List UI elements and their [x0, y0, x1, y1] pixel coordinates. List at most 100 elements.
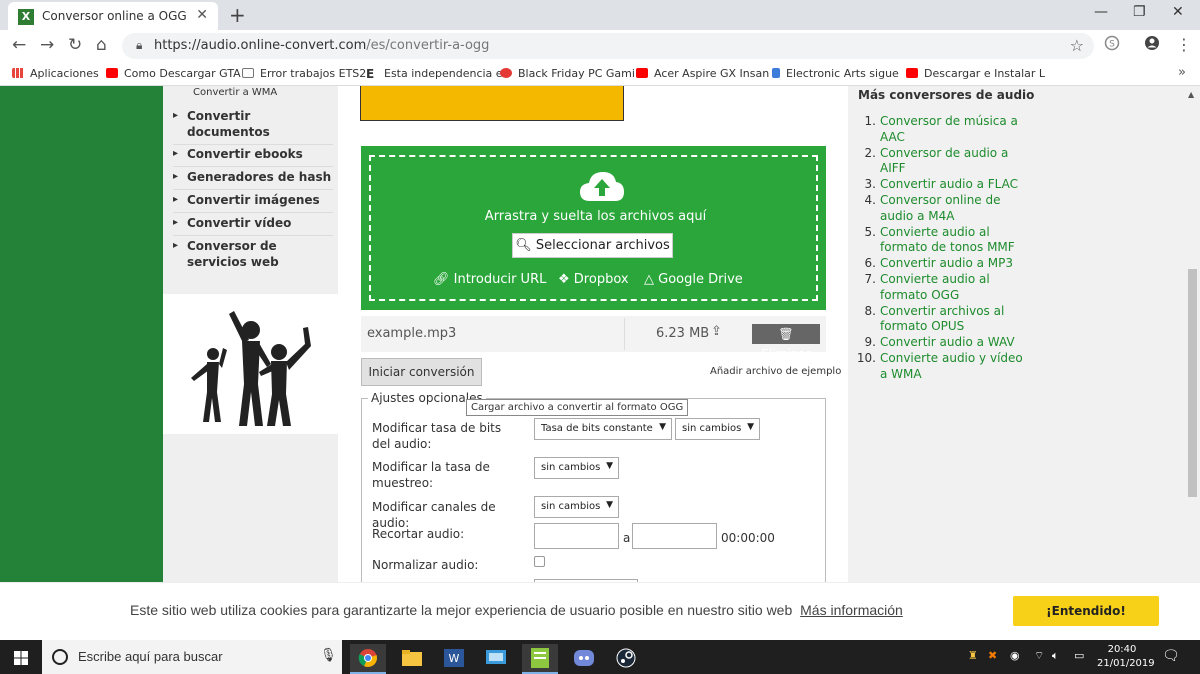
omnibox[interactable]: 🔒︎ https://audio.online-convert.com/es/c…	[122, 33, 1094, 59]
steam-icon[interactable]	[608, 644, 644, 674]
word-icon[interactable]: W	[436, 644, 472, 674]
bookmark-2[interactable]: Error trabajos ETS2	[242, 67, 366, 80]
volume-icon[interactable]: 🔈︎	[1052, 649, 1059, 663]
tab-active[interactable]: X Conversor online a OGG ✕	[8, 2, 218, 30]
bookmarks-bar: Aplicaciones Como Descargar GTA Error tr…	[0, 62, 1200, 86]
upload-done-icon: ⇪	[711, 324, 722, 339]
notifications-icon[interactable]: 🗨︎	[1162, 648, 1180, 664]
trim-label: Recortar audio:	[372, 527, 465, 541]
list-item[interactable]: 8. Convertir archivos al formato OPUS	[864, 304, 1024, 336]
sidebar-item-hash[interactable]: ▸ Generadores de hash	[173, 169, 333, 190]
ad-banner[interactable]	[360, 86, 624, 121]
restore-icon[interactable]: ❐	[1133, 4, 1146, 20]
bookmark-1[interactable]: Como Descargar GTA	[106, 67, 241, 80]
dropzone-dashed-area[interactable]: Arrastra y suelta los archivos aquí 🔍︎ S…	[369, 155, 818, 301]
more-converters-title: Más conversores de audio	[858, 88, 1035, 102]
chrome-taskbar-icon[interactable]	[350, 644, 386, 674]
trash-icon: 🗑︎	[778, 327, 794, 341]
bookmark-7[interactable]: Descargar e Instalar L	[906, 67, 1045, 80]
profile-icon[interactable]	[1144, 35, 1160, 55]
more-info-link[interactable]: Más información	[800, 602, 903, 618]
list-item[interactable]: 2. Conversor de audio a AIFF	[864, 146, 1024, 178]
window-close-icon[interactable]: ✕	[1172, 4, 1184, 20]
upload-dropzone[interactable]: Arrastra y suelta los archivos aquí 🔍︎ S…	[361, 146, 826, 310]
trim-end-input[interactable]	[632, 523, 717, 549]
list-item[interactable]: 6. Convertir audio a MP3	[864, 256, 1024, 272]
trim-separator: a	[623, 531, 631, 545]
bookmark-3[interactable]: E Esta independencia e	[366, 67, 503, 80]
scroll-up-icon[interactable]: ▲	[1188, 90, 1194, 99]
keyboard-icon[interactable]: ▭	[1074, 649, 1084, 662]
google-drive-link[interactable]: △ Google Drive	[644, 272, 743, 287]
sidebar-item-documents[interactable]: ▸ Convertir documentos	[173, 108, 333, 145]
list-item[interactable]: 1. Conversor de música a AAC	[864, 114, 1024, 146]
control-panel-icon[interactable]	[478, 644, 514, 674]
home-icon[interactable]: ⌂	[96, 35, 107, 55]
sidebar-item-video[interactable]: ▸ Convertir vídeo	[173, 215, 333, 236]
start-conversion-button[interactable]: Iniciar conversión	[361, 358, 482, 386]
file-row: example.mp3 6.23 MB ⇪ 🗑︎ Eliminar	[361, 316, 826, 361]
sidebar-item-images[interactable]: ▸ Convertir imágenes	[173, 192, 333, 213]
sidebar-item-ebooks[interactable]: ▸ Convertir ebooks	[173, 146, 333, 167]
spiral-icon	[500, 68, 512, 78]
tray-tool-icon[interactable]: ✖	[988, 649, 997, 662]
list-item[interactable]: 3. Convertir audio a FLAC	[864, 177, 1024, 193]
wifi-icon[interactable]: ⌔	[1034, 649, 1044, 663]
reload-icon[interactable]: ↻	[68, 35, 82, 55]
new-tab-button[interactable]: +	[229, 3, 246, 27]
forward-icon[interactable]: →	[40, 35, 54, 55]
bitrate-label: Modificar tasa de bits del audio:	[372, 421, 502, 451]
bitrate-mode-select[interactable]: Tasa de bits constante ▼	[534, 418, 672, 440]
discord-icon[interactable]	[566, 644, 602, 674]
tray-app-icon[interactable]: ♜	[968, 649, 978, 662]
accept-cookies-button[interactable]: ¡Entendido!	[1013, 596, 1159, 626]
bookmark-5[interactable]: Acer Aspire GX Insan	[636, 67, 769, 80]
taskbar-search-placeholder: Escribe aquí para buscar	[78, 649, 223, 664]
tab-close-icon[interactable]: ✕	[196, 7, 208, 23]
tray-network-icon[interactable]: ◉	[1010, 649, 1020, 662]
url-text[interactable]: https://audio.online-convert.com/es/conv…	[154, 38, 489, 53]
scroll-thumb[interactable]	[1188, 269, 1197, 497]
e-icon: E	[366, 68, 378, 80]
taskbar-clock[interactable]: 20:40 21/01/2019	[1097, 643, 1155, 671]
sidebar-subitem-wma[interactable]: Convertir a WMA	[193, 87, 277, 98]
bookmark-4[interactable]: Black Friday PC Gami	[500, 67, 635, 80]
search-icon: 🔍︎	[515, 238, 536, 253]
delete-file-button[interactable]: 🗑︎ Eliminar	[752, 324, 820, 361]
taskbar-search[interactable]: Escribe aquí para buscar 🎙︎	[42, 640, 342, 674]
svg-text:W: W	[449, 652, 460, 665]
bookmark-6[interactable]: Electronic Arts sigue	[772, 67, 899, 80]
list-item[interactable]: 4. Conversor online de audio a M4A	[864, 193, 1024, 225]
chevron-down-icon: ▼	[606, 500, 613, 510]
list-item[interactable]: 7. Convierte audio al formato OGG	[864, 272, 1024, 304]
windows-start-icon[interactable]	[14, 651, 28, 665]
page-scrollbar[interactable]: ▲	[1185, 86, 1200, 582]
bookmark-apps[interactable]: Aplicaciones	[12, 67, 99, 80]
list-item[interactable]: 10. Convierte audio y vídeo a WMA	[857, 351, 1024, 383]
converters-list: 1. Conversor de música a AAC 2. Conversor …	[857, 114, 1024, 383]
menu-kebab-icon[interactable]: ⋮	[1176, 35, 1192, 54]
samplerate-select[interactable]: sin cambios ▼	[534, 457, 619, 479]
skype-extension-icon[interactable]: S	[1104, 35, 1120, 55]
channels-select[interactable]: sin cambios ▼	[534, 496, 619, 518]
youtube-icon	[906, 68, 918, 78]
add-sample-file-link[interactable]: Añadir archivo de ejemplo	[710, 366, 841, 377]
bitrate-value-select[interactable]: sin cambios ▼	[675, 418, 760, 440]
normalize-checkbox[interactable]	[534, 556, 545, 567]
dropbox-link[interactable]: ❖ Dropbox	[558, 272, 629, 287]
notepad-app-icon[interactable]	[522, 644, 558, 674]
enter-url-link[interactable]: 🔗︎ Introducir URL	[433, 272, 546, 287]
list-item[interactable]: 5. Convierte audio al formato de tonos MM…	[864, 225, 1024, 257]
tab-strip: X Conversor online a OGG ✕ + — ❐ ✕	[0, 0, 1200, 30]
trim-start-input[interactable]	[534, 523, 619, 549]
microphone-icon[interactable]: 🎙︎	[320, 648, 337, 663]
minimize-icon[interactable]: —	[1094, 4, 1108, 20]
list-item[interactable]: 9. Convertir audio a WAV	[864, 335, 1024, 351]
sidebar-item-webservices[interactable]: ▸ Conversor de servicios web	[173, 238, 333, 274]
file-explorer-icon[interactable]	[394, 644, 430, 674]
back-icon[interactable]: ←	[12, 35, 26, 55]
left-brand-stripe	[0, 86, 163, 582]
select-files-button[interactable]: 🔍︎ Seleccionar archivos	[512, 233, 673, 258]
bookmarks-more-button[interactable]: »	[1178, 65, 1186, 80]
bookmark-star-icon[interactable]: ☆	[1070, 36, 1084, 55]
